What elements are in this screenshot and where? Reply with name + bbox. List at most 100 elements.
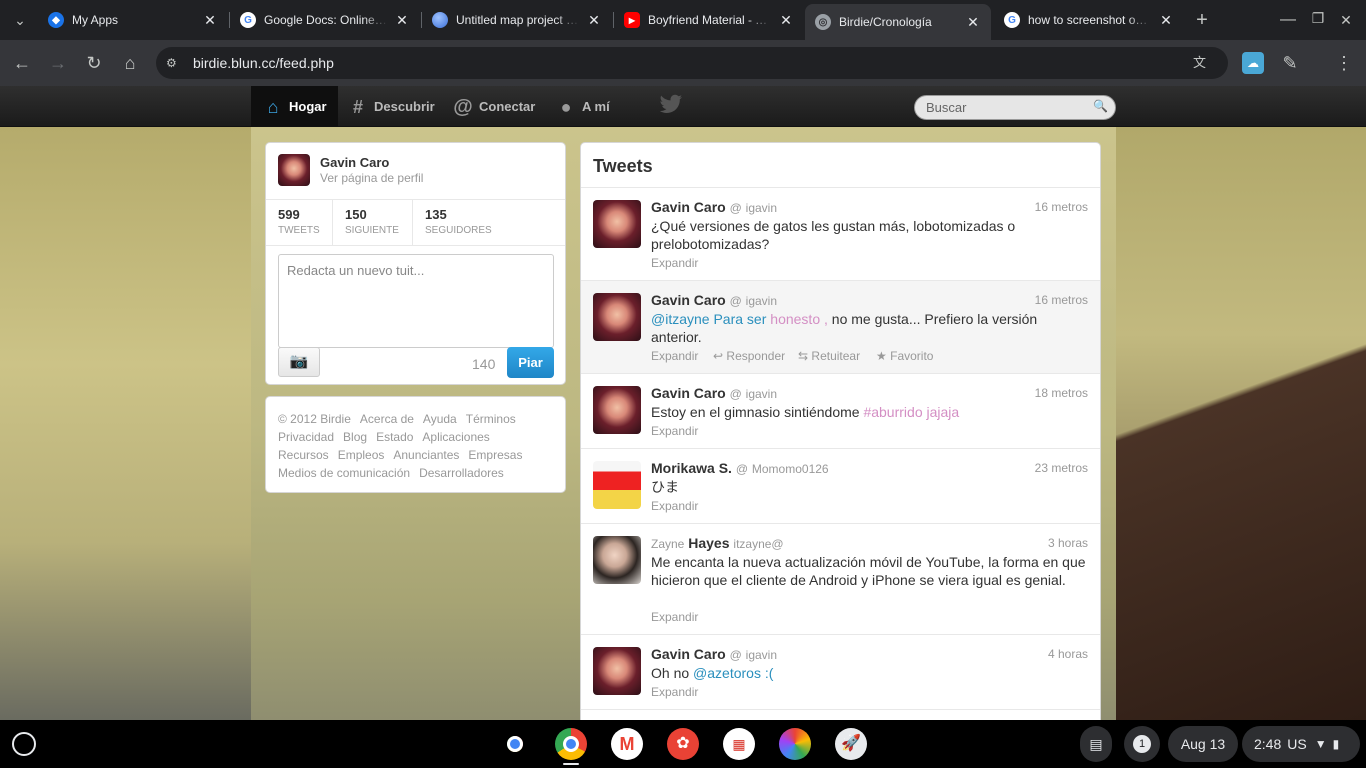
mention-link[interactable]: @azetoros :( bbox=[693, 665, 773, 681]
footer-link-advertisers[interactable]: Anunciantes bbox=[393, 448, 459, 462]
hashtag-link[interactable]: honesto , bbox=[770, 311, 828, 327]
tab-search-chevron-icon[interactable]: ⌄ bbox=[8, 8, 32, 32]
tweet-expand-link[interactable]: Expandir bbox=[651, 424, 698, 438]
favorite-button[interactable]: ★ Favorito bbox=[876, 349, 933, 363]
close-tab-icon[interactable]: ✕ bbox=[202, 12, 218, 29]
bird-logo-icon[interactable] bbox=[659, 94, 683, 116]
avatar[interactable] bbox=[593, 293, 641, 341]
tab-youtube[interactable]: ▶ Boyfriend Material - YouTu ✕ bbox=[614, 4, 804, 36]
nav-discover[interactable]: # Descubrir bbox=[338, 86, 435, 127]
tweet-expand-link[interactable]: Expandir bbox=[651, 685, 698, 699]
avatar[interactable] bbox=[593, 536, 641, 584]
tweet-post-button[interactable]: Piar bbox=[507, 347, 554, 378]
tweet-time[interactable]: 3 horas bbox=[1048, 536, 1088, 550]
footer-link-business[interactable]: Empresas bbox=[468, 448, 522, 462]
site-info-icon[interactable]: ⚙ bbox=[166, 47, 177, 79]
avatar[interactable] bbox=[593, 461, 641, 509]
tab-how-to-screenshot[interactable]: G how to screenshot on chro ✕ bbox=[994, 4, 1184, 36]
avatar[interactable] bbox=[593, 200, 641, 248]
tweet-handle[interactable]: igavin bbox=[746, 648, 777, 662]
footer-link-help[interactable]: Ayuda bbox=[423, 412, 457, 426]
retweet-button[interactable]: ⇆ Retuitear bbox=[798, 349, 860, 363]
compose-tweet-textarea[interactable]: Redacta un nuevo tuit... bbox=[278, 254, 554, 348]
avatar[interactable] bbox=[278, 154, 310, 186]
close-tab-icon[interactable]: ✕ bbox=[778, 12, 794, 29]
tweet-time[interactable]: 16 metros bbox=[1035, 293, 1088, 307]
cloud-extension-icon[interactable]: ☁ bbox=[1242, 52, 1264, 74]
tweet-expand-link[interactable]: Expandir bbox=[651, 349, 698, 363]
back-arrow-icon[interactable]: ← bbox=[10, 51, 34, 75]
minimize-icon[interactable]: — bbox=[1276, 8, 1300, 32]
tweet-item[interactable]: Gavin Caro @ igavin 16 metros @itzayne P… bbox=[581, 281, 1100, 374]
tweet-author-name[interactable]: Gavin Caro bbox=[651, 292, 726, 308]
close-tab-icon[interactable]: ✕ bbox=[965, 14, 981, 31]
tweet-handle[interactable]: itzayne@ bbox=[733, 537, 783, 551]
tweet-item[interactable]: Gavin Caro @ igavin 16 metros ¿Qué versi… bbox=[581, 188, 1100, 281]
tweet-item[interactable]: Gavin Caro @ igavin 4 horas Oh no @azeto… bbox=[581, 635, 1100, 710]
home-button-icon[interactable]: ⌂ bbox=[118, 51, 142, 75]
status-tray[interactable]: 2:48 US ▼ ▮ bbox=[1242, 726, 1360, 762]
photos-icon[interactable] bbox=[779, 728, 811, 760]
app-store-icon[interactable]: ▦ bbox=[723, 728, 755, 760]
mention-link[interactable]: @itzayne bbox=[651, 311, 710, 327]
restore-window-icon[interactable]: ❐ bbox=[1306, 6, 1330, 30]
close-tab-icon[interactable]: ✕ bbox=[586, 12, 602, 29]
tweet-item[interactable]: Morikawa S. @ Momomo0126 23 metros ひま Ex… bbox=[581, 449, 1100, 524]
footer-link-status[interactable]: Estado bbox=[376, 430, 413, 444]
holding-space-icon[interactable]: ▤ bbox=[1080, 726, 1112, 762]
search-input[interactable]: Buscar bbox=[914, 95, 1116, 120]
footer-link-media[interactable]: Medios de comunicación bbox=[278, 466, 410, 480]
tweet-handle[interactable]: igavin bbox=[746, 294, 777, 308]
tweet-time[interactable]: 18 metros bbox=[1035, 386, 1088, 400]
menu-kebab-icon[interactable]: ⋮ bbox=[1332, 51, 1356, 75]
address-bar[interactable]: ⚙ birdie.blun.cc/feed.php 文 bbox=[156, 47, 1228, 79]
gmail-icon[interactable]: M bbox=[611, 728, 643, 760]
close-tab-icon[interactable]: ✕ bbox=[1158, 12, 1174, 29]
extensions-puzzle-icon[interactable]: ✎ bbox=[1278, 51, 1302, 75]
tweet-time[interactable]: 4 horas bbox=[1048, 647, 1088, 661]
search-icon[interactable]: 🔍 bbox=[1093, 99, 1109, 115]
palette-icon[interactable]: ✿ bbox=[667, 728, 699, 760]
tab-birdie[interactable]: ◎ Birdie/Cronología ✕ bbox=[805, 4, 991, 40]
tab-my-apps[interactable]: ◆ My Apps ✕ bbox=[38, 4, 228, 36]
tweet-expand-link[interactable]: Expandir bbox=[651, 499, 698, 513]
tweet-handle[interactable]: igavin bbox=[746, 201, 777, 215]
forward-arrow-icon[interactable]: → bbox=[46, 51, 70, 75]
reload-icon[interactable]: ↻ bbox=[82, 51, 106, 75]
footer-link-privacy[interactable]: Privacidad bbox=[278, 430, 334, 444]
hashtag-link[interactable]: #aburrido jajaja bbox=[863, 404, 959, 420]
notification-badge[interactable]: 1 bbox=[1124, 726, 1160, 762]
stat-following[interactable]: 150 SIGUIENTE bbox=[345, 207, 399, 236]
tweet-author-first-name[interactable]: Zayne bbox=[651, 537, 684, 551]
rocket-app-icon[interactable]: 🚀 bbox=[835, 728, 867, 760]
tweet-expand-link[interactable]: Expandir bbox=[651, 610, 698, 624]
footer-link-terms[interactable]: Términos bbox=[466, 412, 516, 426]
footer-link-jobs[interactable]: Empleos bbox=[338, 448, 385, 462]
tweet-time[interactable]: 16 metros bbox=[1035, 200, 1088, 214]
footer-link-developers[interactable]: Desarrolladores bbox=[419, 466, 504, 480]
tab-google-docs[interactable]: G Google Docs: Online Docu ✕ bbox=[230, 4, 420, 36]
close-tab-icon[interactable]: ✕ bbox=[394, 12, 410, 29]
new-tab-plus-icon[interactable]: + bbox=[1190, 8, 1214, 32]
avatar[interactable] bbox=[593, 386, 641, 434]
avatar[interactable] bbox=[593, 647, 641, 695]
close-window-icon[interactable]: ✕ bbox=[1334, 8, 1358, 32]
footer-link-resources[interactable]: Recursos bbox=[278, 448, 329, 462]
tweet-author-name[interactable]: Hayes bbox=[688, 535, 729, 551]
tweet-item[interactable]: Zayne Hayes itzayne@ 3 horas Me encanta … bbox=[581, 524, 1100, 635]
reply-button[interactable]: ↩ Responder bbox=[713, 349, 785, 363]
profile-page-link[interactable]: Ver página de perfil bbox=[320, 171, 423, 185]
profile-name[interactable]: Gavin Caro bbox=[320, 155, 389, 170]
date-display[interactable]: Aug 13 bbox=[1168, 726, 1238, 762]
tweet-author-name[interactable]: Morikawa S. bbox=[651, 460, 732, 476]
nav-home[interactable]: ⌂ Hogar bbox=[251, 86, 338, 127]
footer-link-blog[interactable]: Blog bbox=[343, 430, 367, 444]
translate-icon[interactable]: 文 bbox=[1193, 47, 1206, 79]
nav-me[interactable]: ● A mí bbox=[546, 86, 610, 127]
stat-followers[interactable]: 135 SEGUIDORES bbox=[425, 207, 492, 236]
tab-map-project[interactable]: Untitled map project - Go ✕ bbox=[422, 4, 612, 36]
tweet-item[interactable]: Gavin Caro @ igavin 18 metros Estoy en e… bbox=[581, 374, 1100, 449]
nav-connect[interactable]: @ Conectar bbox=[443, 86, 535, 127]
stat-tweets[interactable]: 599 TWEETS bbox=[278, 207, 320, 236]
camera-icon[interactable]: 📷 bbox=[278, 347, 320, 377]
